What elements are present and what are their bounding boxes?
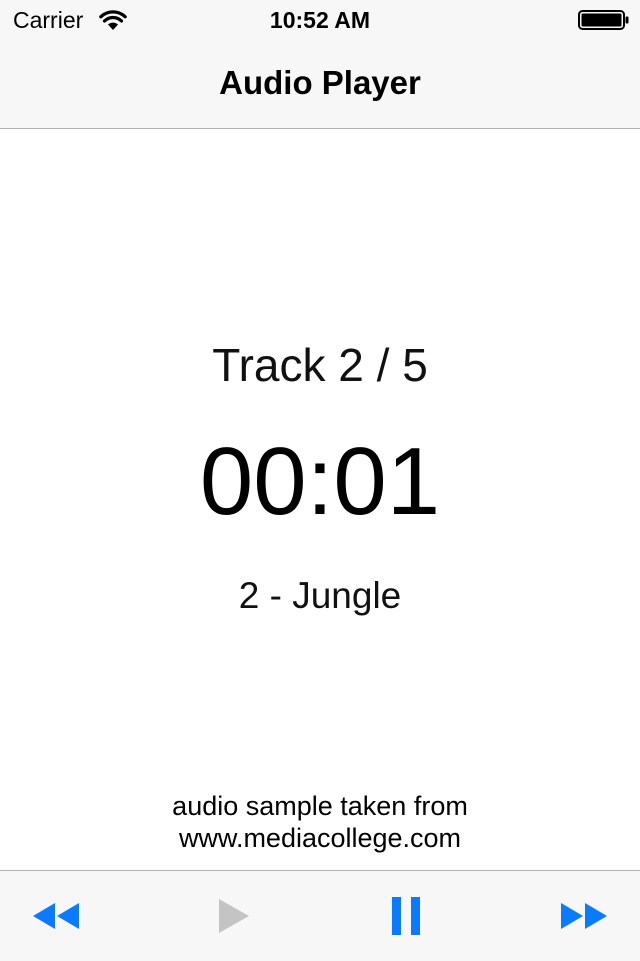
fast-forward-icon	[561, 903, 607, 929]
rewind-button[interactable]	[24, 891, 88, 941]
battery-icon	[578, 10, 629, 30]
navigation-bar: Audio Player	[0, 40, 640, 129]
elapsed-time: 00:01	[199, 428, 441, 535]
track-counter: Track 2 / 5	[212, 339, 428, 391]
credit-line-2: www.mediacollege.com	[178, 823, 462, 853]
play-button[interactable]	[202, 891, 266, 941]
pause-button[interactable]	[374, 891, 438, 941]
credit-text: audio sample taken from www.mediacollege…	[0, 790, 640, 854]
pause-icon	[392, 897, 420, 935]
playback-toolbar	[0, 870, 640, 961]
rewind-icon	[33, 903, 79, 929]
fast-forward-button[interactable]	[552, 891, 616, 941]
credit-line-1: audio sample taken from	[172, 791, 468, 821]
song-title: 2 - Jungle	[238, 575, 402, 616]
status-time: 10:52 AM	[269, 7, 371, 33]
play-icon	[219, 899, 249, 933]
nav-title: Audio Player	[219, 64, 421, 101]
status-bar: Carrier 10:52 AM	[0, 0, 640, 40]
